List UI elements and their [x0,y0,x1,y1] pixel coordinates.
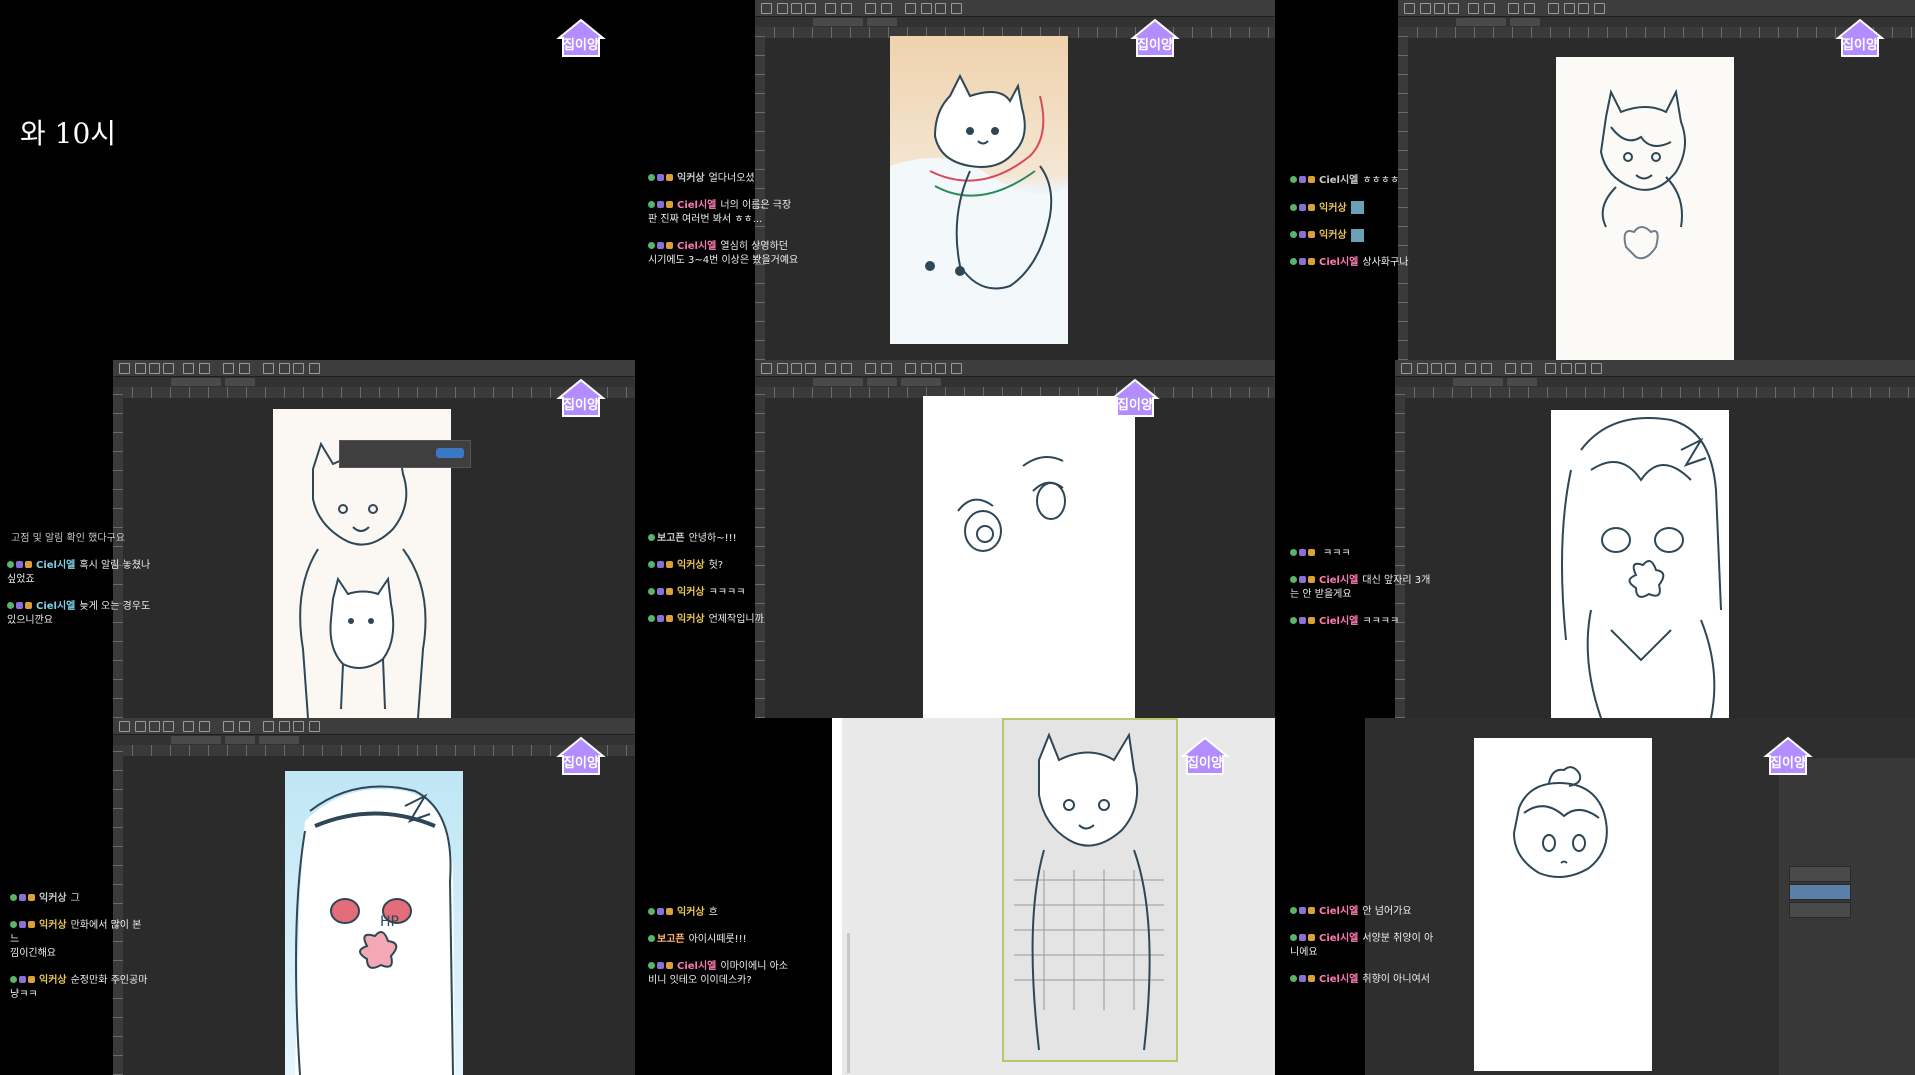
logo-svg: 집이양 [556,18,606,57]
layer-item[interactable] [1789,902,1851,918]
chat-message: Ciel시엘 ㅋㅋㅋㅋ [1290,615,1435,629]
clip-studio-window: 집이양 [755,360,1275,718]
chat-message: 익커상 [1290,201,1430,216]
chat-message: 익커상 [1290,228,1430,244]
toolbar [755,360,1275,377]
layer-panel [1779,758,1915,1075]
chat-message: 익커상 ㅋㅋㅋㅋ [648,586,788,600]
drawing-canvas[interactable] [1474,738,1652,1071]
chat-overlay: 보고픈 안녕하~!!! 익커상 헛? 익커상 ㅋㅋㅋㅋ 익커상 언제작입니까 [648,532,788,640]
chat-overlay: 익커상 얼다너오셨 Ciel시엘 너의 이름은 극장 판 진짜 여러번 봐서 ㅎㅎ.… [648,172,818,281]
chat-overlay: 익커상 흐 보고픈 아이시떼룻!!! Ciel시엘 이마이에니 아소 비니 잇테오 이… [648,906,798,1001]
panel-8: 집이양 익커상 흐 보고픈 아이시떼룻!!! Ciel시엘 이마이에니 아소 비니 잇… [635,718,1275,1075]
clip-studio-window [1395,360,1915,718]
logo-icon: 집이양 [553,14,609,60]
drawing-canvas[interactable]: HP [285,771,463,1075]
chat-message: Ciel시엘 늦게 오는 경우도 있으니깐요 [7,601,151,626]
emote-icon [1350,201,1364,214]
tabs [755,377,1275,387]
toolbar [755,0,1275,17]
clip-studio-window: 집이양 [755,0,1275,360]
clip-studio-window: 집이양 [113,360,635,718]
calendar-canvas[interactable] [1002,718,1178,1062]
tabs [1395,377,1915,387]
layer-item[interactable] [1789,866,1851,882]
chat-message: Ciel시엘 열심히 상영하던 시기에도 3~4번 이상은 봤을거예요 [648,241,799,266]
logo-icon: 집이양 [553,732,609,778]
chat-message: 익커상 얼다너오셨 [648,172,818,186]
drawing-canvas[interactable] [1556,57,1734,360]
logo-icon: 집이양 [1107,374,1163,420]
chat-message: Ciel시엘 ㅎㅎㅎㅎ [1290,174,1430,188]
panel-9: 집이양 Ciel시엘 안 넘어가요 Ciel시엘 서양분 취양이 아 니에요 Cie… [1275,718,1915,1075]
panel-5: 집이양 보고픈 안녕하~!!! 익커상 헛? 익커상 ㅋㅋㅋㅋ 익커상 언제작입니까 [635,360,1275,718]
chat-overlay: 익커상 그 익커상 만화에서 많이 본 느 낌이긴해요 익커상 순정만화 주인공마 냥… [10,892,150,1015]
logo-icon: 집이양 [1832,14,1888,60]
drawing-canvas[interactable] [890,36,1068,344]
tabs [755,17,1275,27]
chat-message: Ciel시엘 너의 이름은 극장 판 진짜 여러번 봐서 ㅎㅎ... [648,200,792,225]
chat-message: ㅋㅋㅋ [1290,547,1435,561]
panel-2: 집이양 익커상 얼다너오셨 Ciel시엘 너의 이름은 극장 판 진짜 여러번 봐서… [635,0,1275,360]
emote-icon [1350,228,1364,242]
chat-message: 보고픈 아이시떼룻!!! [648,933,798,947]
chat-message: Ciel시엘 대신 앞자리 3개 는 안 받을게요 [1290,575,1431,600]
svg-text:집이양: 집이양 [563,397,599,413]
svg-text:집이양: 집이양 [1770,755,1806,771]
svg-text:집이양: 집이양 [563,37,599,53]
chat-message: 고점 및 알림 확인 했다구요 [11,533,125,544]
left-canvas-area [832,718,842,1075]
svg-text:집이양: 집이양 [1117,397,1153,413]
chat-overlay: Ciel시엘 ㅎㅎㅎㅎ 익커상 익커상 Ciel시엘 상사화구나 [1290,174,1430,283]
panel-3: 집이양 Ciel시엘 ㅎㅎㅎㅎ 익커상 익커상 Ciel시엘 상사화구나 [1275,0,1915,360]
ruler [1395,387,1915,398]
chat-message: 보고픈 안녕하~!!! [648,532,788,546]
chat-message: Ciel시엘 취향이 아니여서 [1290,973,1435,987]
scrollbar[interactable] [847,933,850,1073]
panel-4: 집이양 고점 및 알림 확인 했다구요 Ciel시엘 혹시 알림 놓쳤나 싶었죠 … [0,360,635,718]
clip-studio-window: 집이양 [1365,718,1915,1075]
chat-message: 익커상 언제작입니까 [648,613,788,627]
chat-message: Ciel시엘 상사화구나 [1290,256,1430,270]
svg-text:집이양: 집이양 [1137,37,1173,53]
chat-overlay: Ciel시엘 안 넘어가요 Ciel시엘 서양분 취양이 아 니에요 Ciel시엘 취… [1290,905,1435,1000]
svg-text:HP: HP [380,914,399,930]
chat-message: Ciel시엘 이마이에니 아소 비니 잇테오 이이데스카? [648,961,788,986]
chat-overlay: 고점 및 알림 확인 했다구요 Ciel시엘 혹시 알림 놓쳤나 싶었죠 Ciel… [7,532,152,641]
panel-7: HP 집이양 익커상 그 익커상 만화에서 많이 본 느 낌이긴해요 익커상 순정만화… [0,718,635,1075]
clip-studio-window: 집이양 [1398,0,1915,360]
cat-drawing [890,36,1068,344]
svg-text:집이양: 집이양 [1187,755,1223,771]
logo-icon: 집이양 [1127,14,1183,60]
dialog-ok-button[interactable] [436,448,464,458]
drawing-canvas[interactable] [1551,410,1729,718]
chat-message: 익커상 헛? [648,559,788,573]
chat-message: Ciel시엘 서양분 취양이 아 니에요 [1290,933,1434,958]
panel-6: ㅋㅋㅋ Ciel시엘 대신 앞자리 3개 는 안 받을게요 Ciel시엘 ㅋㅋㅋㅋ [1275,360,1915,718]
chat-message: Ciel시엘 혹시 알림 놓쳤나 싶었죠 [7,560,151,585]
chat-message: 익커상 그 [10,892,150,906]
dialog-popup[interactable] [339,440,471,468]
svg-text:집이양: 집이양 [1842,37,1878,53]
clip-studio-window: HP 집이양 [113,718,635,1075]
chat-message: 익커상 흐 [648,906,798,920]
overlay-big-text: 와 10시 [20,117,117,150]
panel-1: 와 10시 집이양 [0,0,635,360]
layer-item[interactable] [1789,884,1851,900]
chat-message: 익커상 순정만화 주인공마 냥ㅋㅋ [10,975,148,1000]
svg-text:집이양: 집이양 [563,755,599,771]
logo-icon: 집이양 [1177,732,1233,778]
logo-icon: 집이양 [1760,732,1816,778]
chat-message: Ciel시엘 안 넘어가요 [1290,905,1435,919]
chat-message: 익커상 만화에서 많이 본 느 낌이긴해요 [10,920,142,959]
chat-overlay: ㅋㅋㅋ Ciel시엘 대신 앞자리 3개 는 안 받을게요 Ciel시엘 ㅋㅋㅋㅋ [1290,547,1435,642]
drawing-canvas[interactable] [923,396,1135,718]
logo-icon: 집이양 [553,374,609,420]
app-window: 집이양 [832,718,1275,1075]
toolbar [1395,360,1915,377]
